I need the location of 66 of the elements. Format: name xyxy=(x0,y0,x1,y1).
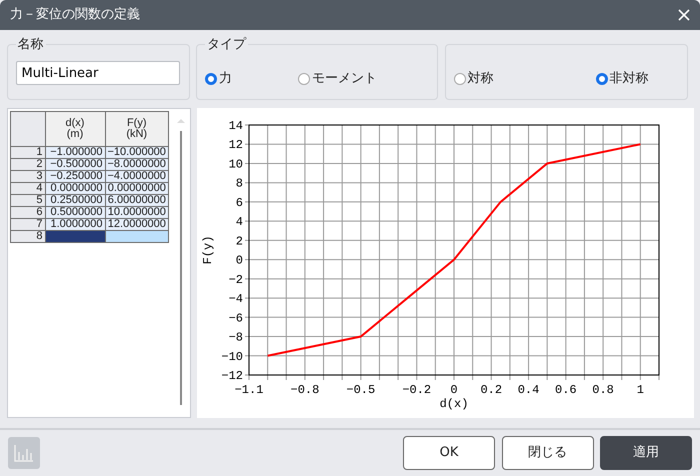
x-tick-label: 0.6 xyxy=(555,383,577,398)
group-label: 名称 xyxy=(16,38,46,52)
table-cell[interactable]: −0.250000 xyxy=(45,170,105,183)
radio-option[interactable]: 非対称 xyxy=(596,69,648,89)
row-number[interactable]: 1 xyxy=(10,146,45,159)
row-number[interactable]: 2 xyxy=(10,158,45,171)
table-cell[interactable]: 0.2500000 xyxy=(45,194,105,207)
y-tick-label: 6 xyxy=(236,196,243,210)
x-tick-label: 0 xyxy=(450,383,458,398)
window-title: 力－変位の関数の定義 xyxy=(10,6,140,24)
y-axis-label: F(y) xyxy=(201,236,215,265)
column-header: F(y) (kN) xyxy=(105,112,168,147)
table-cell[interactable]: 0.0000000 xyxy=(45,182,105,195)
name-field[interactable]: Multi-Linear xyxy=(16,61,180,86)
row-number[interactable]: 8 xyxy=(10,230,45,243)
x-axis-label: d(x) xyxy=(440,397,468,412)
radio-option[interactable]: モーメント xyxy=(298,69,377,89)
y-tick-label: −4 xyxy=(228,292,243,306)
column-header: d(x) (m) xyxy=(45,112,105,147)
close-button[interactable] xyxy=(676,7,692,24)
y-tick-label: −12 xyxy=(221,369,243,384)
bar-chart-icon xyxy=(14,444,34,462)
x-tick-label: 0.4 xyxy=(518,383,540,398)
y-tick-label: 10 xyxy=(228,158,243,172)
x-tick-label: −0.2 xyxy=(402,383,432,398)
row-number[interactable]: 5 xyxy=(10,194,45,207)
y-tick-label: −2 xyxy=(228,273,243,288)
dialog-button[interactable]: 閉じる xyxy=(502,436,594,470)
table-cell[interactable]: −8.0000000 xyxy=(105,158,168,171)
y-tick-label: −6 xyxy=(228,312,243,326)
y-tick-label: 4 xyxy=(236,216,243,230)
x-tick-label: −1.1 xyxy=(234,383,264,398)
y-tick-label: 2 xyxy=(236,234,243,249)
table-cell[interactable]: 6.00000000 xyxy=(105,194,168,207)
table-cell[interactable]: 10.0000000 xyxy=(105,206,168,219)
group-label: タイプ xyxy=(205,38,248,52)
row-number[interactable]: 4 xyxy=(10,182,45,195)
y-tick-label: 8 xyxy=(236,177,243,192)
table-cell[interactable]: −1.000000 xyxy=(45,146,105,159)
apply-button[interactable]: 適用 xyxy=(600,436,692,470)
x-tick-label: −0.5 xyxy=(346,383,376,398)
x-tick-label: 0.2 xyxy=(480,383,502,398)
table-cell[interactable]: −0.500000 xyxy=(45,158,105,171)
dialog-button[interactable]: OK xyxy=(403,436,495,470)
table-cell[interactable]: 12.0000000 xyxy=(105,218,168,231)
selected-cell[interactable] xyxy=(45,230,105,243)
x-tick-label: 0.8 xyxy=(592,383,614,398)
y-tick-label: −10 xyxy=(221,350,243,364)
row-number[interactable]: 6 xyxy=(10,206,45,219)
radio-option[interactable]: 対称 xyxy=(454,69,494,89)
table-cell[interactable]: −10.000000 xyxy=(105,146,168,159)
table-cell[interactable]: 0.5000000 xyxy=(45,206,105,219)
row-number[interactable]: 3 xyxy=(10,170,45,183)
table-cell[interactable]: −4.0000000 xyxy=(105,170,168,183)
table-cell[interactable]: 1.0000000 xyxy=(45,218,105,231)
selected-cell[interactable] xyxy=(105,230,168,243)
close-icon xyxy=(676,7,692,24)
x-tick-label: 1 xyxy=(636,383,644,398)
table-cell[interactable]: 0.00000000 xyxy=(105,182,168,195)
y-tick-label: 14 xyxy=(228,119,243,134)
x-tick-label: −0.8 xyxy=(290,383,320,398)
row-number[interactable]: 7 xyxy=(10,218,45,231)
radio-option[interactable]: 力 xyxy=(205,69,232,89)
y-tick-label: 0 xyxy=(236,254,243,268)
y-tick-label: −8 xyxy=(228,330,243,345)
y-tick-label: 12 xyxy=(228,138,243,153)
